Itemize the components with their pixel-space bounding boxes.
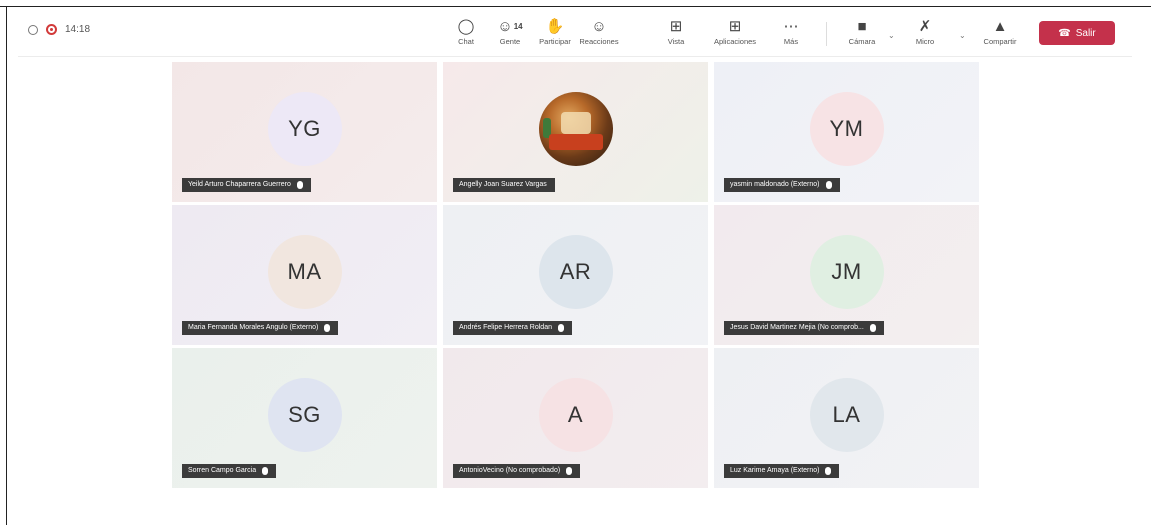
meeting-toolbar: 14:18 ◯ Chat ☺14 Gente ✋ Participar ☺ Re…	[18, 12, 1132, 57]
smiley-icon: ☺	[591, 18, 607, 35]
avatar: JM	[809, 235, 884, 309]
view-label: Vista	[667, 37, 685, 46]
people-label: Gente	[499, 37, 521, 46]
leave-label: Salir	[1075, 27, 1096, 39]
meeting-status: 14:18	[28, 24, 90, 35]
share-label: Compartir	[983, 37, 1017, 46]
mic-icon	[825, 467, 832, 475]
camera-off-icon: ■	[857, 18, 867, 35]
hang-up-icon: ☎	[1058, 27, 1071, 39]
recording-icon	[46, 24, 57, 35]
share-icon: ▲	[992, 18, 1008, 35]
avatar: YG	[267, 92, 342, 166]
share-button[interactable]: ▲ Compartir	[976, 17, 1024, 46]
participant-name: Sorren Campo Garcia	[188, 467, 257, 474]
participant-tile[interactable]: AR Andrés Felipe Herrera Roldan	[443, 205, 708, 345]
participant-name-tag: Angelly Joan Suarez Vargas	[453, 178, 555, 192]
people-icon: ☺14	[497, 18, 523, 35]
participant-tile[interactable]: LA Luz Karime Amaya (Externo)	[714, 348, 979, 488]
participant-tile[interactable]: SG Sorren Campo Garcia	[172, 348, 437, 488]
participant-name: Yeild Arturo Chaparrera Guerrero	[188, 181, 291, 188]
toolbar-divider	[826, 22, 827, 46]
participant-tile[interactable]: Angelly Joan Suarez Vargas	[443, 62, 708, 202]
shield-icon	[28, 24, 38, 35]
add-app-icon: ⊞	[728, 18, 742, 35]
participant-name: Luz Karime Amaya (Externo)	[730, 467, 820, 474]
participant-tile[interactable]: JM Jesus David Martinez Mejia (No compro…	[714, 205, 979, 345]
participant-name-tag: AntonioVecino (No comprobado)	[453, 464, 581, 478]
mic-icon	[566, 467, 573, 475]
participant-tile[interactable]: YG Yeild Arturo Chaparrera Guerrero	[172, 62, 437, 202]
participant-name-tag: yasmin maldonado (Externo)	[724, 178, 840, 192]
mic-icon	[262, 467, 269, 475]
avatar: A	[538, 378, 613, 452]
participant-name-tag: Sorren Campo Garcia	[182, 464, 277, 478]
avatar: MA	[267, 235, 342, 309]
participant-name-tag: Luz Karime Amaya (Externo)	[724, 464, 840, 478]
camera-button[interactable]: ■ Cámara	[838, 17, 886, 46]
mic-icon	[825, 181, 832, 189]
participant-tile[interactable]: MA Maria Fernanda Morales Angulo (Extern…	[172, 205, 437, 345]
avatar: SG	[267, 378, 342, 452]
participant-name: AntonioVecino (No comprobado)	[459, 467, 561, 474]
participant-name: yasmin maldonado (Externo)	[730, 181, 820, 188]
leave-button[interactable]: ☎ Salir	[1039, 21, 1115, 45]
more-button[interactable]: ⋯ Más	[767, 17, 815, 46]
participant-tile[interactable]: A AntonioVecino (No comprobado)	[443, 348, 708, 488]
more-icon: ⋯	[783, 18, 799, 35]
avatar-photo	[538, 92, 613, 166]
mic-options-chevron-icon[interactable]: ⌄	[959, 31, 966, 40]
chat-label: Chat	[458, 37, 474, 46]
camera-options-chevron-icon[interactable]: ⌄	[888, 31, 895, 40]
grid-icon: ⊞	[669, 18, 683, 35]
reactions-label: Reacciones	[579, 37, 619, 46]
avatar: YM	[809, 92, 884, 166]
mic-icon	[296, 181, 303, 189]
reactions-button[interactable]: ☺ Reacciones	[575, 17, 623, 46]
participant-tile[interactable]: YM yasmin maldonado (Externo)	[714, 62, 979, 202]
avatar: LA	[809, 378, 884, 452]
mic-off-icon: ✗	[918, 18, 932, 35]
participant-name: Maria Fernanda Morales Angulo (Externo)	[188, 324, 319, 331]
participant-name-tag: Andrés Felipe Herrera Roldan	[453, 321, 572, 335]
camera-label: Cámara	[848, 37, 876, 46]
participant-name: Angelly Joan Suarez Vargas	[459, 181, 547, 188]
hand-icon: ✋	[545, 18, 565, 35]
more-label: Más	[783, 37, 799, 46]
people-button[interactable]: ☺14 Gente	[486, 17, 534, 46]
chat-icon: ◯	[457, 18, 475, 35]
apps-button[interactable]: ⊞ Aplicaciones	[711, 17, 759, 46]
mic-icon	[324, 324, 331, 332]
participant-name-tag: Yeild Arturo Chaparrera Guerrero	[182, 178, 311, 192]
meeting-window: 14:18 ◯ Chat ☺14 Gente ✋ Participar ☺ Re…	[18, 12, 1132, 488]
mic-button[interactable]: ✗ Micro	[901, 17, 949, 46]
frame-left-border	[6, 6, 7, 525]
meeting-time: 14:18	[65, 24, 91, 35]
raise-hand-label: Participar	[539, 37, 571, 46]
chat-button[interactable]: ◯ Chat	[442, 17, 490, 46]
mic-icon	[558, 324, 564, 332]
raise-hand-button[interactable]: ✋ Participar	[531, 17, 579, 46]
apps-label: Aplicaciones	[713, 37, 757, 46]
participant-name: Andrés Felipe Herrera Roldan	[459, 324, 552, 331]
participant-name: Jesus David Martinez Mejia (No comprob..…	[730, 324, 864, 331]
participant-name-tag: Maria Fernanda Morales Angulo (Externo)	[182, 321, 339, 335]
view-button[interactable]: ⊞ Vista	[652, 17, 700, 46]
people-count: 14	[513, 22, 523, 31]
avatar: AR	[538, 235, 613, 309]
frame-top-border	[0, 6, 1151, 7]
mic-icon	[869, 324, 876, 332]
mic-label: Micro	[915, 37, 935, 46]
participant-name-tag: Jesus David Martinez Mejia (No comprob..…	[724, 321, 884, 335]
